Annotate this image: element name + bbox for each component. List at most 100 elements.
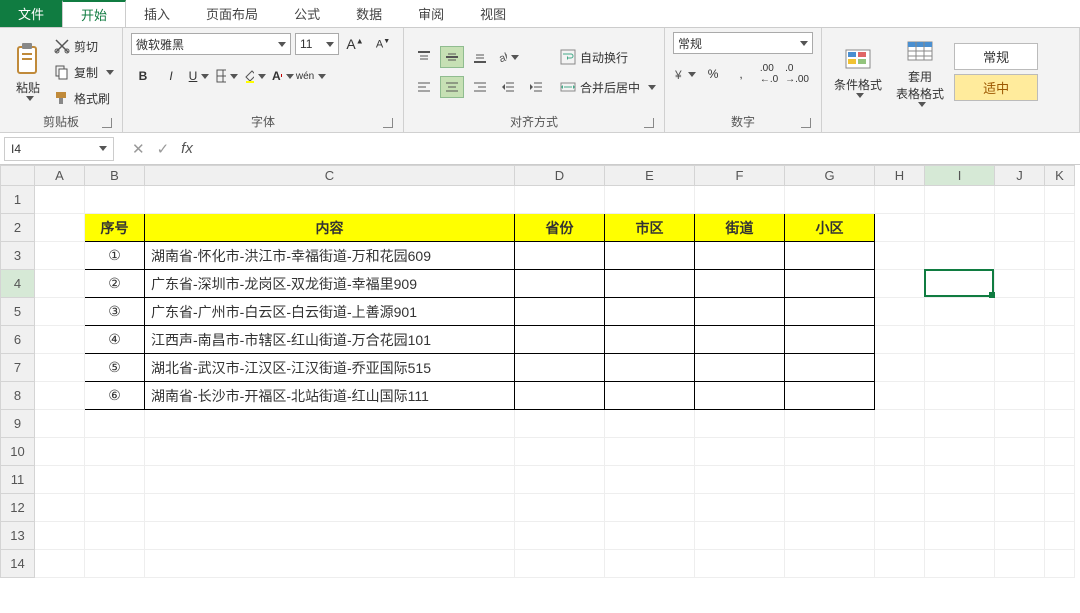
row-header-10[interactable]: 10 [1, 438, 35, 466]
percent-button[interactable]: % [701, 63, 725, 85]
cell-F8[interactable] [695, 382, 785, 410]
cell-I8[interactable] [925, 382, 995, 410]
font-color-button[interactable]: A [271, 65, 295, 87]
row-header-1[interactable]: 1 [1, 186, 35, 214]
cell-E10[interactable] [605, 438, 695, 466]
launcher-icon[interactable] [644, 118, 654, 128]
cell-A2[interactable] [35, 214, 85, 242]
cell-E11[interactable] [605, 466, 695, 494]
cell-C8[interactable]: 湖南省-长沙市-开福区-北站街道-红山国际111 [145, 382, 515, 410]
cell-F12[interactable] [695, 494, 785, 522]
cell-E8[interactable] [605, 382, 695, 410]
orientation-button[interactable]: ab [496, 46, 520, 68]
cell-J11[interactable] [995, 466, 1045, 494]
cell-D7[interactable] [515, 354, 605, 382]
cut-button[interactable]: 剪切 [54, 34, 114, 58]
cell-D1[interactable] [515, 186, 605, 214]
cell-A4[interactable] [35, 270, 85, 298]
cell-G3[interactable] [785, 242, 875, 270]
cell-A1[interactable] [35, 186, 85, 214]
col-header-I[interactable]: I [925, 166, 995, 186]
name-box[interactable]: I4 [4, 137, 114, 161]
col-header-B[interactable]: B [85, 166, 145, 186]
increase-decimal-button[interactable]: .00←.0 [757, 63, 781, 85]
cell-K10[interactable] [1045, 438, 1075, 466]
cell-C9[interactable] [145, 410, 515, 438]
cell-G8[interactable] [785, 382, 875, 410]
cell-D11[interactable] [515, 466, 605, 494]
merge-center-button[interactable]: 合并后居中 [560, 75, 656, 99]
formula-input[interactable] [199, 137, 1080, 161]
font-name-select[interactable]: 微软雅黑 [131, 33, 291, 55]
cell-G11[interactable] [785, 466, 875, 494]
row-header-4[interactable]: 4 [1, 270, 35, 298]
cell-G14[interactable] [785, 550, 875, 578]
borders-button[interactable] [215, 65, 239, 87]
cell-I1[interactable] [925, 186, 995, 214]
phonetic-button[interactable]: wén [299, 65, 323, 87]
cell-G6[interactable] [785, 326, 875, 354]
cell-I7[interactable] [925, 354, 995, 382]
cell-I2[interactable] [925, 214, 995, 242]
cell-D2[interactable]: 省份 [515, 214, 605, 242]
italic-button[interactable]: I [159, 65, 183, 87]
cell-A13[interactable] [35, 522, 85, 550]
cell-G10[interactable] [785, 438, 875, 466]
cell-G7[interactable] [785, 354, 875, 382]
cell-F1[interactable] [695, 186, 785, 214]
align-bottom-button[interactable] [468, 46, 492, 68]
cell-H2[interactable] [875, 214, 925, 242]
cell-A10[interactable] [35, 438, 85, 466]
launcher-icon[interactable] [801, 118, 811, 128]
decrease-decimal-button[interactable]: .0→.00 [785, 63, 809, 85]
row-header-13[interactable]: 13 [1, 522, 35, 550]
cell-H10[interactable] [875, 438, 925, 466]
cell-E2[interactable]: 市区 [605, 214, 695, 242]
cell-K9[interactable] [1045, 410, 1075, 438]
cell-B10[interactable] [85, 438, 145, 466]
cell-I11[interactable] [925, 466, 995, 494]
underline-button[interactable]: U [187, 65, 211, 87]
cell-G1[interactable] [785, 186, 875, 214]
cell-K4[interactable] [1045, 270, 1075, 298]
cell-J8[interactable] [995, 382, 1045, 410]
cell-F3[interactable] [695, 242, 785, 270]
cell-C2[interactable]: 内容 [145, 214, 515, 242]
cell-J2[interactable] [995, 214, 1045, 242]
cell-B13[interactable] [85, 522, 145, 550]
bold-button[interactable]: B [131, 65, 155, 87]
col-header-D[interactable]: D [515, 166, 605, 186]
cell-J1[interactable] [995, 186, 1045, 214]
cell-B4[interactable]: ② [85, 270, 145, 298]
cell-H13[interactable] [875, 522, 925, 550]
cell-I9[interactable] [925, 410, 995, 438]
cell-J5[interactable] [995, 298, 1045, 326]
cell-H4[interactable] [875, 270, 925, 298]
cell-C10[interactable] [145, 438, 515, 466]
align-left-button[interactable] [412, 76, 436, 98]
cell-H11[interactable] [875, 466, 925, 494]
cell-C6[interactable]: 江西声-南昌市-市辖区-红山街道-万合花园101 [145, 326, 515, 354]
tab-file[interactable]: 文件 [0, 0, 62, 27]
cell-G2[interactable]: 小区 [785, 214, 875, 242]
comma-button[interactable]: , [729, 63, 753, 85]
paste-button[interactable]: 粘贴 [8, 41, 48, 103]
cell-D14[interactable] [515, 550, 605, 578]
row-header-6[interactable]: 6 [1, 326, 35, 354]
cell-I10[interactable] [925, 438, 995, 466]
col-header-E[interactable]: E [605, 166, 695, 186]
cell-F7[interactable] [695, 354, 785, 382]
wrap-text-button[interactable]: 自动换行 [560, 45, 656, 69]
tab-审阅[interactable]: 审阅 [400, 0, 462, 27]
cell-F9[interactable] [695, 410, 785, 438]
row-header-3[interactable]: 3 [1, 242, 35, 270]
cell-J9[interactable] [995, 410, 1045, 438]
cell-K1[interactable] [1045, 186, 1075, 214]
cell-F10[interactable] [695, 438, 785, 466]
cell-E9[interactable] [605, 410, 695, 438]
format-painter-button[interactable]: 格式刷 [54, 86, 114, 110]
cell-C12[interactable] [145, 494, 515, 522]
cell-G5[interactable] [785, 298, 875, 326]
cell-A9[interactable] [35, 410, 85, 438]
cell-H5[interactable] [875, 298, 925, 326]
